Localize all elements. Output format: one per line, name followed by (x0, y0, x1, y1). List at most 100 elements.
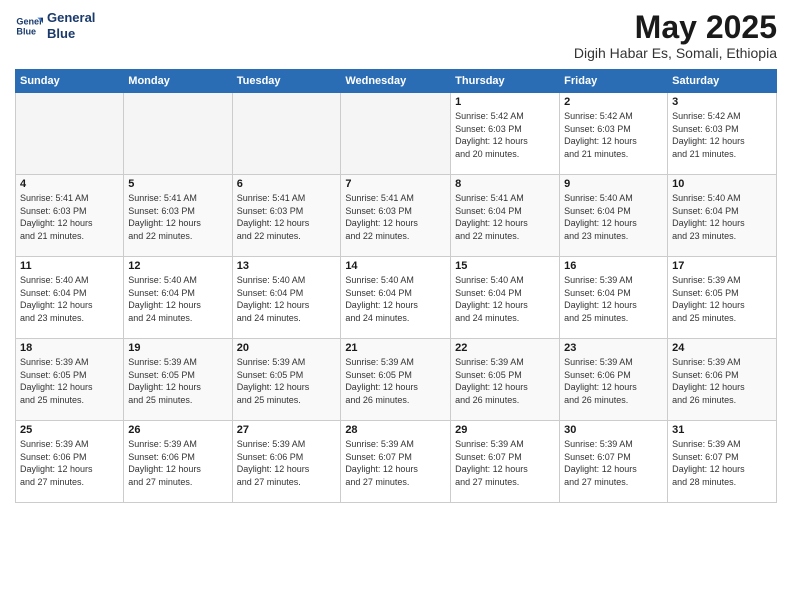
day-number: 18 (20, 342, 119, 354)
calendar-cell: 12Sunrise: 5:40 AM Sunset: 6:04 PM Dayli… (124, 257, 232, 339)
day-number: 17 (672, 260, 772, 272)
day-number: 9 (564, 178, 663, 190)
col-wednesday: Wednesday (341, 70, 451, 93)
title-block: May 2025 Digih Habar Es, Somali, Ethiopi… (574, 10, 777, 61)
col-tuesday: Tuesday (232, 70, 341, 93)
day-number: 21 (345, 342, 446, 354)
logo-icon: General Blue (15, 12, 43, 40)
day-info: Sunrise: 5:39 AM Sunset: 6:06 PM Dayligh… (564, 356, 663, 406)
logo-line1: General (47, 10, 95, 26)
calendar-cell: 30Sunrise: 5:39 AM Sunset: 6:07 PM Dayli… (560, 421, 668, 503)
calendar-cell: 16 Sunrise: 5:39 AM Sunset: 6:04 PM Dayli… (560, 257, 668, 339)
day-number: 13 (237, 260, 337, 272)
calendar-cell (124, 93, 232, 175)
calendar-cell: 5 Sunrise: 5:41 AM Sunset: 6:03 PM Daylig… (124, 175, 232, 257)
day-number: 24 (672, 342, 772, 354)
day-number: 14 (345, 260, 446, 272)
calendar-cell: 10 Sunrise: 5:40 AM Sunset: 6:04 PM Dayli… (668, 175, 777, 257)
calendar-cell: 24 Sunrise: 5:39 AM Sunset: 6:06 PM Dayli… (668, 339, 777, 421)
day-number: 23 (564, 342, 663, 354)
day-number: 7 (345, 178, 446, 190)
day-number: 5 (128, 178, 227, 190)
day-info: Sunrise: 5:39 AM Sunset: 6:05 PM Dayligh… (128, 356, 227, 406)
day-number: 16 (564, 260, 663, 272)
day-info: Sunrise: 5:39 AM Sunset: 6:05 PM Dayligh… (455, 356, 555, 406)
day-number: 27 (237, 424, 337, 436)
day-info: Sunrise: 5:39 AM Sunset: 6:07 PM Dayligh… (455, 438, 555, 488)
calendar-week-3: 11 Sunrise: 5:40 AM Sunset: 6:04 PM Dayli… (16, 257, 777, 339)
calendar-cell: 27Sunrise: 5:39 AM Sunset: 6:06 PM Dayli… (232, 421, 341, 503)
day-number: 31 (672, 424, 772, 436)
calendar-cell: 23 Sunrise: 5:39 AM Sunset: 6:06 PM Dayli… (560, 339, 668, 421)
calendar-cell: 17Sunrise: 5:39 AM Sunset: 6:05 PM Dayli… (668, 257, 777, 339)
calendar-cell: 15 Sunrise: 5:40 AM Sunset: 6:04 PM Dayli… (451, 257, 560, 339)
calendar-week-1: 1 Sunrise: 5:42 AM Sunset: 6:03 PM Daylig… (16, 93, 777, 175)
day-info: Sunrise: 5:41 AM Sunset: 6:04 PM Dayligh… (455, 192, 555, 242)
calendar-cell: 19 Sunrise: 5:39 AM Sunset: 6:05 PM Dayli… (124, 339, 232, 421)
day-number: 2 (564, 96, 663, 108)
day-info: Sunrise: 5:42 AM Sunset: 6:03 PM Dayligh… (455, 110, 555, 160)
calendar-week-5: 25 Sunrise: 5:39 AM Sunset: 6:06 PM Dayli… (16, 421, 777, 503)
day-info: Sunrise: 5:41 AM Sunset: 6:03 PM Dayligh… (345, 192, 446, 242)
day-number: 30 (564, 424, 663, 436)
day-info: Sunrise: 5:42 AM Sunset: 6:03 PM Dayligh… (564, 110, 663, 160)
header: General Blue General Blue May 2025 Digih… (15, 10, 777, 61)
subtitle: Digih Habar Es, Somali, Ethiopia (574, 45, 777, 61)
day-number: 3 (672, 96, 772, 108)
day-info: Sunrise: 5:41 AM Sunset: 6:03 PM Dayligh… (128, 192, 227, 242)
col-friday: Friday (560, 70, 668, 93)
logo-line2: Blue (47, 26, 95, 42)
calendar-cell: 20 Sunrise: 5:39 AM Sunset: 6:05 PM Dayli… (232, 339, 341, 421)
calendar-cell: 1 Sunrise: 5:42 AM Sunset: 6:03 PM Daylig… (451, 93, 560, 175)
day-info: Sunrise: 5:40 AM Sunset: 6:04 PM Dayligh… (20, 274, 119, 324)
day-info: Sunrise: 5:39 AM Sunset: 6:05 PM Dayligh… (237, 356, 337, 406)
day-info: Sunrise: 5:39 AM Sunset: 6:07 PM Dayligh… (345, 438, 446, 488)
day-info: Sunrise: 5:41 AM Sunset: 6:03 PM Dayligh… (20, 192, 119, 242)
logo: General Blue General Blue (15, 10, 95, 41)
day-number: 6 (237, 178, 337, 190)
day-number: 15 (455, 260, 555, 272)
calendar-cell (341, 93, 451, 175)
day-number: 28 (345, 424, 446, 436)
svg-text:Blue: Blue (16, 26, 36, 36)
calendar-cell: 31 Sunrise: 5:39 AM Sunset: 6:07 PM Dayli… (668, 421, 777, 503)
day-number: 22 (455, 342, 555, 354)
day-info: Sunrise: 5:39 AM Sunset: 6:07 PM Dayligh… (672, 438, 772, 488)
day-info: Sunrise: 5:39 AM Sunset: 6:05 PM Dayligh… (345, 356, 446, 406)
day-info: Sunrise: 5:39 AM Sunset: 6:06 PM Dayligh… (672, 356, 772, 406)
col-thursday: Thursday (451, 70, 560, 93)
page: General Blue General Blue May 2025 Digih… (0, 0, 792, 612)
calendar-cell: 9 Sunrise: 5:40 AM Sunset: 6:04 PM Daylig… (560, 175, 668, 257)
calendar-week-4: 18 Sunrise: 5:39 AM Sunset: 6:05 PM Dayli… (16, 339, 777, 421)
calendar-cell: 4 Sunrise: 5:41 AM Sunset: 6:03 PM Daylig… (16, 175, 124, 257)
calendar-cell: 11 Sunrise: 5:40 AM Sunset: 6:04 PM Dayli… (16, 257, 124, 339)
day-info: Sunrise: 5:39 AM Sunset: 6:06 PM Dayligh… (128, 438, 227, 488)
calendar-cell: 18Sunrise: 5:39 AM Sunset: 6:05 PM Dayli… (16, 339, 124, 421)
col-sunday: Sunday (16, 70, 124, 93)
day-number: 10 (672, 178, 772, 190)
calendar-cell: 28 Sunrise: 5:39 AM Sunset: 6:07 PM Dayli… (341, 421, 451, 503)
calendar-cell: 14 Sunrise: 5:40 AM Sunset: 6:04 PM Dayli… (341, 257, 451, 339)
day-number: 1 (455, 96, 555, 108)
day-number: 19 (128, 342, 227, 354)
day-number: 4 (20, 178, 119, 190)
day-number: 8 (455, 178, 555, 190)
calendar-cell: 26Sunrise: 5:39 AM Sunset: 6:06 PM Dayli… (124, 421, 232, 503)
calendar-week-2: 4 Sunrise: 5:41 AM Sunset: 6:03 PM Daylig… (16, 175, 777, 257)
day-info: Sunrise: 5:40 AM Sunset: 6:04 PM Dayligh… (237, 274, 337, 324)
calendar-cell: 29Sunrise: 5:39 AM Sunset: 6:07 PM Dayli… (451, 421, 560, 503)
logo-text: General Blue (47, 10, 95, 41)
day-info: Sunrise: 5:40 AM Sunset: 6:04 PM Dayligh… (345, 274, 446, 324)
day-info: Sunrise: 5:40 AM Sunset: 6:04 PM Dayligh… (672, 192, 772, 242)
day-number: 20 (237, 342, 337, 354)
day-info: Sunrise: 5:40 AM Sunset: 6:04 PM Dayligh… (564, 192, 663, 242)
calendar-cell: 25Sunrise: 5:39 AM Sunset: 6:06 PM Dayli… (16, 421, 124, 503)
calendar-header-row: Sunday Monday Tuesday Wednesday Thursday… (16, 70, 777, 93)
day-info: Sunrise: 5:40 AM Sunset: 6:04 PM Dayligh… (455, 274, 555, 324)
calendar-cell (232, 93, 341, 175)
day-number: 11 (20, 260, 119, 272)
calendar-cell: 8 Sunrise: 5:41 AM Sunset: 6:04 PM Daylig… (451, 175, 560, 257)
day-number: 25 (20, 424, 119, 436)
day-info: Sunrise: 5:39 AM Sunset: 6:04 PM Dayligh… (564, 274, 663, 324)
calendar-cell: 13 Sunrise: 5:40 AM Sunset: 6:04 PM Dayli… (232, 257, 341, 339)
